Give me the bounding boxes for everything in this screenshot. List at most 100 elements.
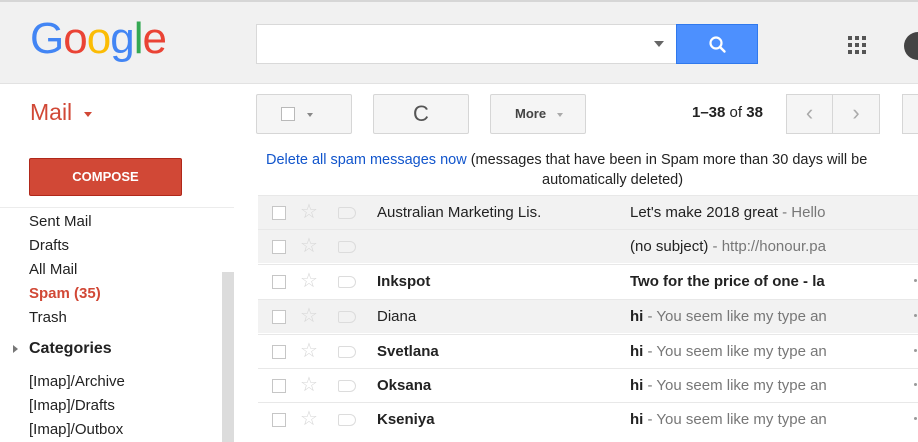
chevron-down-icon xyxy=(557,113,563,117)
chevron-left-icon: ‹ xyxy=(805,100,814,125)
refresh-button[interactable]: C xyxy=(373,94,469,134)
expand-arrow-icon[interactable] xyxy=(13,345,18,353)
sidebar-item-imap-archive[interactable]: [Imap]/Archive xyxy=(29,373,125,390)
snippet: - You seem like my type an xyxy=(643,308,827,325)
message-row[interactable]: ☆ Kseniya hi - You seem like my type an xyxy=(258,402,918,436)
sidebar-item-imap-drafts[interactable]: [Imap]/Drafts xyxy=(29,397,115,414)
message-row[interactable]: ☆ Inkspot Two for the price of one - la xyxy=(258,264,918,298)
refresh-icon: C xyxy=(413,101,429,126)
subject: hi xyxy=(630,308,644,325)
spam-notice-text-line2: automatically deleted) xyxy=(542,172,684,188)
chevron-right-icon: › xyxy=(852,100,860,125)
more-button[interactable]: More xyxy=(490,94,586,134)
message-row[interactable]: ☆ Oksana hi - You seem like my type an xyxy=(258,368,918,402)
sidebar-item-sent-mail[interactable]: Sent Mail xyxy=(29,213,92,230)
importance-marker-icon[interactable] xyxy=(338,414,356,426)
select-checkbox[interactable] xyxy=(281,107,295,121)
newer-button[interactable]: ‹ xyxy=(786,94,833,134)
subject-line: hi - You seem like my type an xyxy=(630,343,856,360)
subject: Two for the price of one - la xyxy=(630,273,825,290)
importance-marker-icon[interactable] xyxy=(338,380,356,392)
pager-of: of xyxy=(729,104,743,121)
row-checkbox[interactable] xyxy=(272,206,286,220)
google-logo[interactable]: Google xyxy=(30,14,167,64)
subject: hi xyxy=(630,377,644,394)
star-icon[interactable]: ☆ xyxy=(300,234,318,258)
snippet: - Hello xyxy=(777,204,826,221)
sidebar-item-all-mail[interactable]: All Mail xyxy=(29,261,77,278)
compose-button[interactable]: COMPOSE xyxy=(29,158,182,196)
importance-marker-icon[interactable] xyxy=(338,207,356,219)
row-marker xyxy=(914,417,917,420)
importance-marker-icon[interactable] xyxy=(338,346,356,358)
search-box xyxy=(256,24,676,64)
row-marker xyxy=(914,314,917,317)
row-checkbox[interactable] xyxy=(272,413,286,427)
search-options-caret-icon[interactable] xyxy=(654,41,664,47)
sidebar-item-spam[interactable]: Spam (35) xyxy=(29,285,101,302)
subject-line: Let's make 2018 great - Hello xyxy=(630,204,856,221)
subject-line: hi - You seem like my type an xyxy=(630,308,856,325)
mail-switcher-label[interactable]: Mail xyxy=(30,99,72,126)
pager-count: 1–38 of 38 xyxy=(692,104,763,121)
snippet: - You seem like my type an xyxy=(643,411,827,428)
subject: Let's make 2018 great xyxy=(630,204,778,221)
sender: Inkspot xyxy=(377,273,431,290)
message-row[interactable]: ☆ Svetlana hi - You seem like my type an xyxy=(258,334,918,368)
row-checkbox[interactable] xyxy=(272,240,286,254)
star-icon[interactable]: ☆ xyxy=(300,339,318,363)
more-label: More xyxy=(515,106,547,121)
avatar[interactable] xyxy=(904,32,918,60)
top-bar: Google xyxy=(0,0,918,84)
row-marker xyxy=(914,383,917,386)
importance-marker-icon[interactable] xyxy=(338,276,356,288)
older-button[interactable]: › xyxy=(833,94,880,134)
importance-marker-icon[interactable] xyxy=(338,311,356,323)
search-input[interactable] xyxy=(257,25,637,63)
message-row[interactable]: ☆ (no subject) - http://honour.pa xyxy=(258,229,918,263)
subject-line: hi - You seem like my type an xyxy=(630,377,856,394)
star-icon[interactable]: ☆ xyxy=(300,200,318,224)
logo-letter: o xyxy=(86,14,112,63)
sidebar-scrollbar[interactable] xyxy=(222,272,234,442)
subject-line: Two for the price of one - la xyxy=(630,273,856,290)
star-icon[interactable]: ☆ xyxy=(300,269,318,293)
subject-line: (no subject) - http://honour.pa xyxy=(630,238,856,255)
search-button[interactable] xyxy=(676,24,758,64)
logo-letter: l xyxy=(133,14,144,63)
mail-switcher-caret-icon[interactable] xyxy=(84,112,92,117)
row-checkbox[interactable] xyxy=(272,310,286,324)
sidebar-item-imap-outbox[interactable]: [Imap]/Outbox xyxy=(29,421,123,438)
select-all-button[interactable] xyxy=(256,94,352,134)
magnifier-icon xyxy=(709,36,726,53)
row-checkbox[interactable] xyxy=(272,379,286,393)
sidebar-item-drafts[interactable]: Drafts xyxy=(29,237,69,254)
star-icon[interactable]: ☆ xyxy=(300,373,318,397)
star-icon[interactable]: ☆ xyxy=(300,407,318,431)
subject: hi xyxy=(630,343,644,360)
pager-total: 38 xyxy=(746,104,763,121)
pager-range: 1–38 xyxy=(692,104,726,121)
settings-button[interactable] xyxy=(902,94,918,134)
sender: Oksana xyxy=(377,377,432,394)
message-row[interactable]: ☆ Australian Marketing Lis. Let's make 2… xyxy=(258,195,918,229)
apps-grid-icon[interactable] xyxy=(848,36,868,56)
row-marker xyxy=(914,279,917,282)
spam-notice-text: (messages that have been in Spam more th… xyxy=(466,152,868,168)
message-row[interactable]: ☆ Diana hi - You seem like my type an xyxy=(258,299,918,333)
row-checkbox[interactable] xyxy=(272,345,286,359)
delete-all-spam-link[interactable]: Delete all spam messages now xyxy=(266,152,467,168)
spam-notice: Delete all spam messages now (messages t… xyxy=(266,150,918,190)
importance-marker-icon[interactable] xyxy=(338,241,356,253)
star-icon[interactable]: ☆ xyxy=(300,304,318,328)
subject: (no subject) xyxy=(630,238,709,255)
sidebar-item-categories[interactable]: Categories xyxy=(29,340,112,358)
snippet: - You seem like my type an xyxy=(643,377,827,394)
sender: Diana xyxy=(377,308,417,325)
logo-letter: G xyxy=(30,14,64,63)
row-marker xyxy=(914,349,917,352)
row-checkbox[interactable] xyxy=(272,275,286,289)
sidebar-divider xyxy=(0,207,234,208)
sidebar-item-trash[interactable]: Trash xyxy=(29,309,67,326)
logo-letter: g xyxy=(110,14,135,63)
